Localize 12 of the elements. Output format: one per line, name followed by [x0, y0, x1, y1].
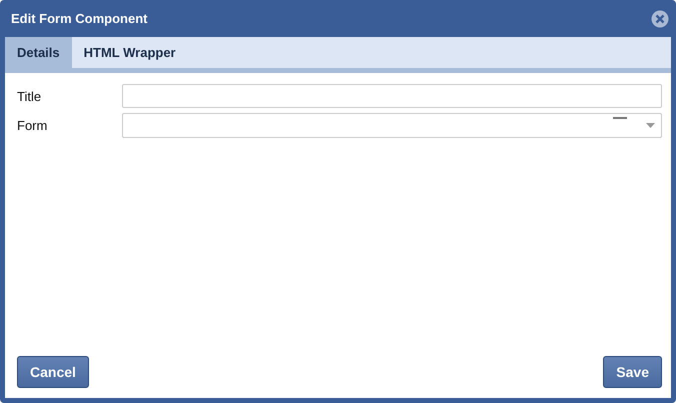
window-title: Edit Form Component: [11, 11, 148, 26]
close-icon[interactable]: [651, 10, 669, 28]
tab[interactable]: HTML Wrapper: [72, 37, 188, 68]
dropdown-field[interactable]: [122, 113, 662, 138]
tab[interactable]: Details: [5, 37, 72, 68]
caret-icon: [646, 123, 655, 128]
cancel-button[interactable]: Cancel: [17, 356, 89, 388]
input-field[interactable]: [122, 84, 662, 108]
field-label: Title: [17, 88, 42, 104]
dash-icon: [613, 117, 627, 120]
field-label: Form: [17, 118, 48, 133]
save-button[interactable]: Save: [603, 356, 662, 388]
